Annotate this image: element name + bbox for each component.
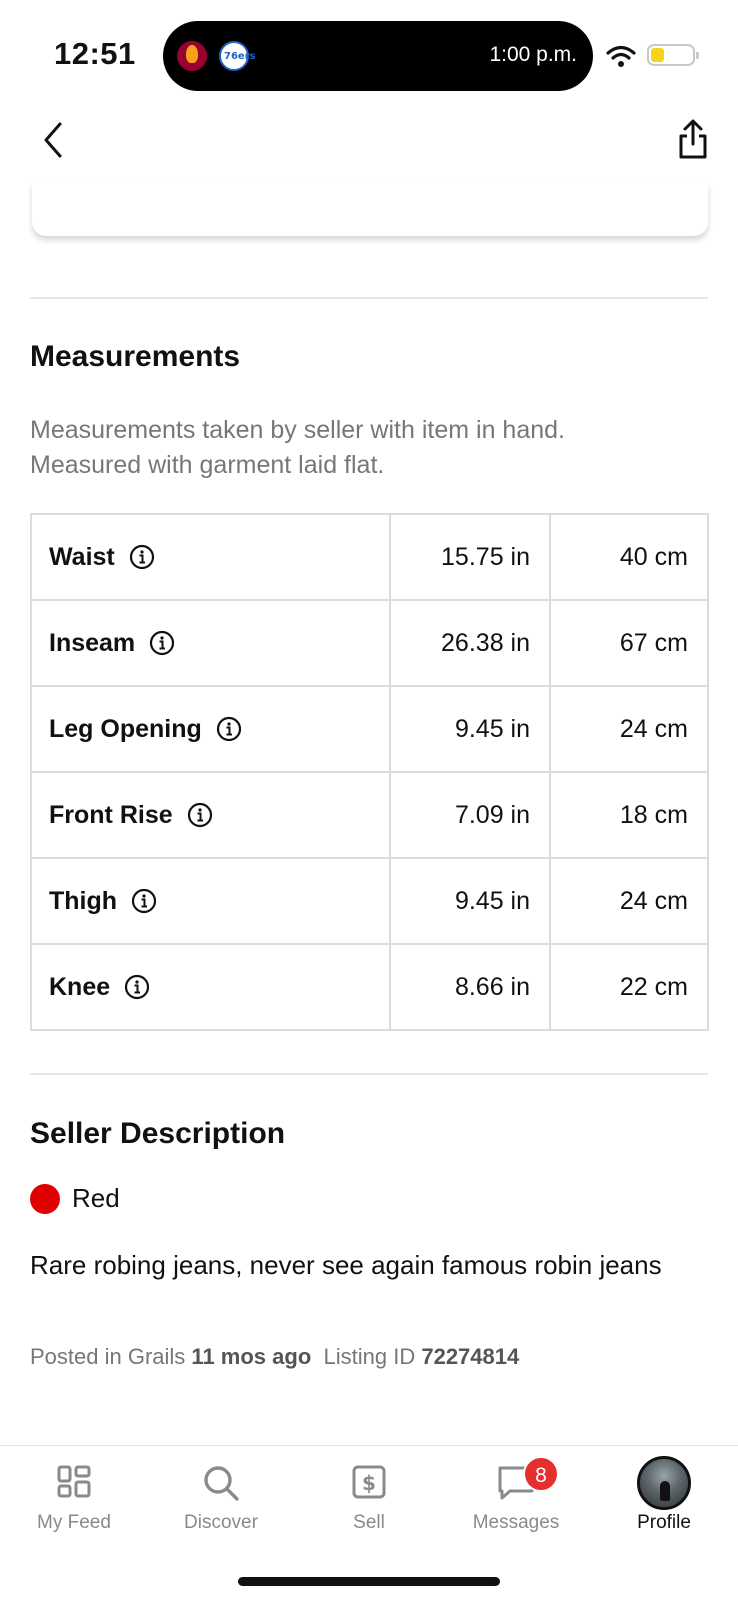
table-row: Waist 15.75 in 40 cm [30,513,709,601]
tab-discover[interactable]: Discover [147,1446,295,1546]
info-icon[interactable] [124,974,150,1000]
sixers-logo-icon: 76ers [219,41,256,71]
listing-id: 72274814 [421,1344,520,1369]
table-row: Thigh 9.45 in 24 cm [30,857,709,945]
measurements-title: Measurements [30,340,241,373]
tab-label: Messages [472,1512,560,1533]
measurements-table: Waist 15.75 in 40 cm Inseam 26.38 in 67 … [30,513,709,1031]
measurement-label: Leg Opening [49,714,202,743]
measurement-label: Inseam [49,628,136,657]
measurement-cm: 40 cm [549,513,709,601]
listing-meta: Posted in Grails 11 mos ago Listing ID 7… [30,1344,519,1370]
measurement-label-cell: Knee [30,943,391,1031]
sixers-logo-text: 76ers [224,51,256,62]
table-row: Front Rise 7.09 in 18 cm [30,771,709,859]
tab-sell[interactable]: $ Sell [295,1446,443,1546]
tab-label: Profile [637,1512,691,1533]
measurements-note: Measurements taken by seller with item i… [30,413,710,483]
measurement-label: Waist [49,542,115,571]
search-icon [204,1466,239,1501]
table-row: Leg Opening 9.45 in 24 cm [30,685,709,773]
chevron-left-icon [44,122,62,158]
measurement-inches: 9.45 in [389,685,551,773]
measurement-inches: 15.75 in [389,513,551,601]
measurements-note-line2: Measured with garment laid flat. [30,451,385,479]
measurements-note-line1: Measurements taken by seller with item i… [30,416,565,444]
measurement-label-cell: Front Rise [30,771,391,859]
status-bar: 12:51 76ers 1:00 p.m. [0,0,738,100]
tab-my-feed[interactable]: My Feed [0,1446,148,1546]
dollar-tag-icon: $ [352,1465,386,1499]
tab-messages[interactable]: 8 Messages [442,1446,590,1546]
share-icon [679,119,707,159]
avatar [637,1456,691,1510]
color-label: Red [72,1183,120,1213]
info-icon[interactable] [216,716,242,742]
listing-card-bottom [32,182,708,236]
measurement-cm: 24 cm [549,857,709,945]
island-time: 1:00 p.m. [489,43,577,66]
posted-age: 11 mos ago [191,1344,312,1369]
svg-text:$: $ [362,1471,376,1495]
table-row: Knee 8.66 in 22 cm [30,943,709,1031]
seller-description-title: Seller Description [30,1117,286,1150]
measurement-label: Front Rise [49,800,173,829]
tab-label: Discover [184,1512,258,1533]
color-swatch [30,1183,60,1214]
measurement-cm: 67 cm [549,599,709,687]
info-icon[interactable] [131,888,157,914]
measurement-inches: 26.38 in [389,599,551,687]
tab-label: My Feed [37,1512,111,1533]
tab-label: Sell [353,1512,385,1533]
tab-profile[interactable]: Profile [590,1446,738,1546]
measurement-cm: 24 cm [549,685,709,773]
wifi-icon [606,45,636,67]
measurement-inches: 7.09 in [389,771,551,859]
measurement-label: Thigh [49,886,118,915]
status-clock: 12:51 [54,36,136,71]
info-icon[interactable] [187,802,213,828]
measurement-cm: 22 cm [549,943,709,1031]
measurement-label-cell: Waist [30,513,391,601]
table-row: Inseam 26.38 in 67 cm [30,599,709,687]
section-divider [30,297,708,299]
seller-description-text: Rare robing jeans, never see again famou… [30,1250,662,1280]
measurement-label-cell: Inseam [30,599,391,687]
color-row: Red [30,1183,120,1214]
measurement-label: Knee [49,972,111,1001]
posted-in-label: Posted in Grails [30,1344,186,1369]
section-divider [30,1073,708,1075]
measurement-inches: 9.45 in [389,857,551,945]
measurement-label-cell: Thigh [30,857,391,945]
home-indicator[interactable] [238,1577,500,1586]
measurement-label-cell: Leg Opening [30,685,391,773]
grid-icon [57,1465,91,1498]
info-icon[interactable] [149,630,175,656]
dynamic-island: 76ers 1:00 p.m. [163,21,593,91]
measurement-inches: 8.66 in [389,943,551,1031]
messages-badge: 8 [523,1456,559,1492]
heat-logo-icon [177,41,207,71]
measurement-cm: 18 cm [549,771,709,859]
info-icon[interactable] [129,544,155,570]
listing-id-label: Listing ID [323,1344,416,1369]
battery-icon [647,44,699,66]
back-button[interactable] [38,118,72,162]
share-button[interactable] [676,118,710,162]
